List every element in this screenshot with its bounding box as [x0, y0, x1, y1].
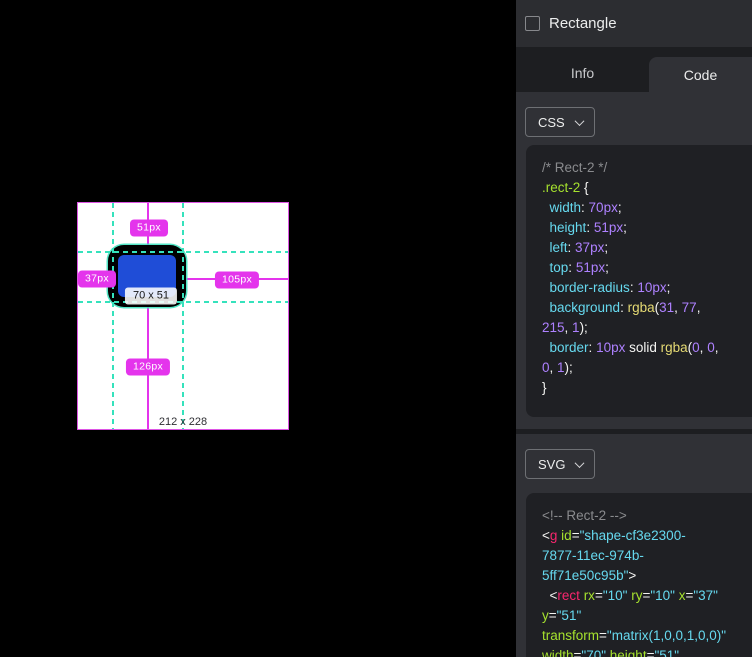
tab-code[interactable]: Code — [649, 57, 752, 92]
measurement-badge-bottom: 126px — [126, 359, 170, 376]
code-line: /* Rect-2 */ — [542, 158, 752, 178]
code-line: 0, 1); — [542, 358, 752, 378]
svg-code-block: <!-- Rect-2 --><g id="shape-cf3e2300-787… — [526, 493, 752, 657]
code-line: 5ff71e50c95b"> — [542, 566, 752, 586]
css-language-select-value: CSS — [538, 115, 565, 130]
code-line: <g id="shape-cf3e2300- — [542, 526, 752, 546]
code-line: left: 37px; — [542, 238, 752, 258]
code-line: y="51" — [542, 606, 752, 626]
tab-info[interactable]: Info — [516, 47, 649, 92]
code-line: border-radius: 10px; — [542, 278, 752, 298]
code-line: 215, 1); — [542, 318, 752, 338]
code-line: <rect rx="10" ry="10" x="37" — [542, 586, 752, 606]
panel-tabbar: Info Code — [516, 47, 752, 92]
css-language-select[interactable]: CSS — [525, 107, 595, 137]
code-line: <!-- Rect-2 --> — [542, 506, 752, 526]
section-divider — [516, 429, 752, 434]
svg-language-select-value: SVG — [538, 457, 565, 472]
guide-line-top — [78, 251, 288, 253]
guide-line-right — [182, 203, 184, 429]
code-line: width: 70px; — [542, 198, 752, 218]
code-line: transform="matrix(1,0,0,1,0,0)" — [542, 626, 752, 646]
code-line: .rect-2 { — [542, 178, 752, 198]
shape-name-label: Rectangle — [549, 15, 617, 32]
chevron-down-icon — [575, 458, 585, 468]
guide-line-left — [112, 203, 114, 429]
measurement-badge-top: 51px — [130, 220, 168, 237]
measure-line-vertical — [147, 203, 149, 429]
shape-size-badge: 70 x 51 — [125, 288, 177, 305]
artboard[interactable]: 51px 37px 105px 126px 70 x 51 212 x 228 — [78, 203, 288, 429]
measurement-badge-right: 105px — [215, 272, 259, 289]
code-line: top: 51px; — [542, 258, 752, 278]
guide-line-bottom — [78, 301, 288, 303]
svg-language-select[interactable]: SVG — [525, 449, 595, 479]
chevron-down-icon — [575, 116, 585, 126]
code-line: 7877-11ec-974b- — [542, 546, 752, 566]
shape-visibility-checkbox[interactable] — [525, 16, 540, 31]
code-line: height: 51px; — [542, 218, 752, 238]
shape-header: Rectangle — [516, 0, 752, 47]
right-sidebar: Rectangle Info Code CSS /* Rect-2 */.rec… — [516, 0, 752, 657]
code-line: } — [542, 378, 752, 398]
css-code-block: /* Rect-2 */.rect-2 { width: 70px; heigh… — [526, 145, 752, 417]
code-line: width="70" height="51" — [542, 646, 752, 657]
code-line: border: 10px solid rgba(0, 0, — [542, 338, 752, 358]
measurement-badge-left: 37px — [78, 271, 116, 288]
code-line: background: rgba(31, 77, — [542, 298, 752, 318]
artboard-size-label: 212 x 228 — [159, 416, 207, 428]
